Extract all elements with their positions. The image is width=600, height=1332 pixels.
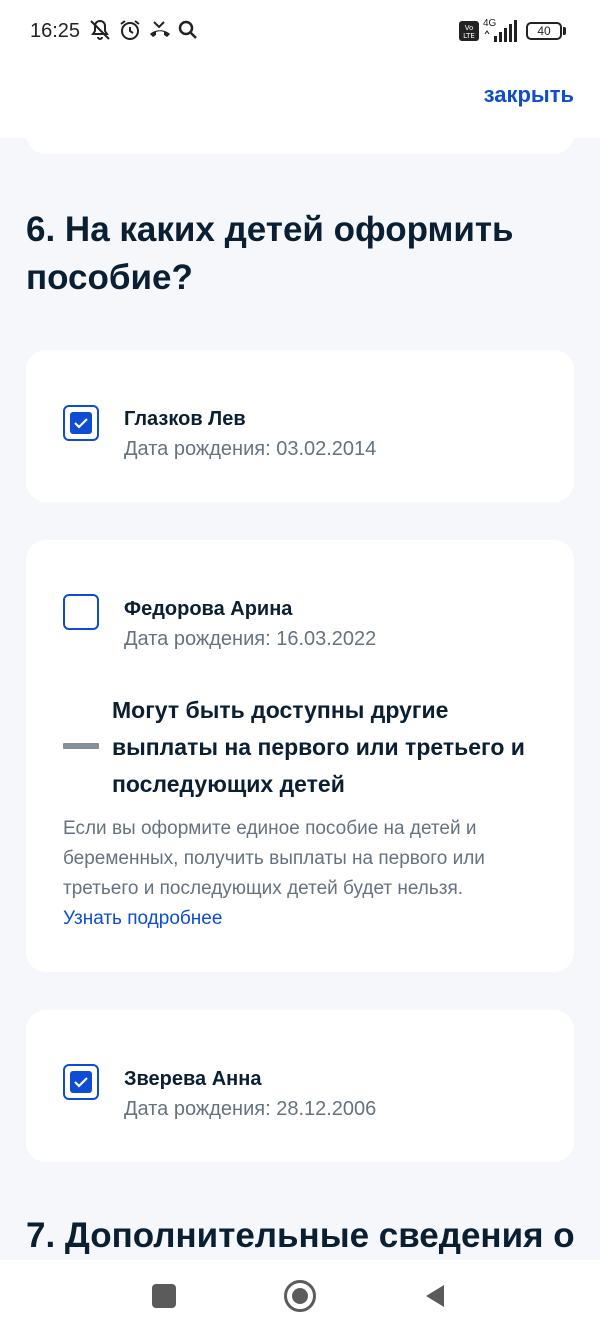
bell-off-icon (88, 18, 112, 42)
section-7-title: 7. Дополнительные сведения о (26, 1216, 575, 1255)
alarm-icon (118, 18, 142, 42)
child-card-glazkov: Глазков Лев Дата рождения: 03.02.2014 (26, 350, 574, 502)
warning-title: Могут быть доступны другие выплаты на пе… (112, 697, 525, 797)
section-6-title: 6. На каких детей оформить пособие? (26, 210, 514, 297)
battery-tip (563, 27, 566, 35)
child-name: Зверева Анна (124, 1068, 262, 1090)
child-dob: Дата рождения: 16.03.2022 (124, 628, 377, 650)
missed-call-icon (148, 18, 172, 42)
child-checkbox-zvereva[interactable] (63, 1064, 99, 1100)
child-card-fedorova: Федорова Арина Дата рождения: 16.03.2022… (26, 540, 574, 972)
battery-icon: 40 (526, 22, 562, 40)
warning-dash-icon (63, 743, 99, 749)
warning-text: Если вы оформите единое пособие на детей… (63, 818, 485, 899)
recents-square-icon[interactable] (152, 1284, 176, 1308)
system-nav-bar (0, 1260, 600, 1332)
child-card-zvereva: Зверева Анна Дата рождения: 28.12.2006 (26, 1010, 574, 1162)
child-name: Глазков Лев (124, 408, 246, 430)
back-triangle-icon[interactable] (424, 1284, 446, 1313)
child-checkbox-glazkov[interactable] (63, 405, 99, 441)
svg-text:LTE: LTE (463, 32, 475, 40)
volte-icon: Vo LTE (458, 20, 480, 47)
child-checkbox-fedorova[interactable] (63, 594, 99, 630)
checkbox-checked-icon (70, 1071, 92, 1093)
learn-more-link[interactable]: Узнать подробнее (63, 908, 222, 930)
checkbox-checked-icon (70, 412, 92, 434)
previous-card-bottom (26, 120, 574, 154)
search-icon (176, 18, 200, 42)
close-button[interactable]: закрыть (484, 82, 574, 108)
svg-text:Vo: Vo (465, 24, 474, 32)
signal-icon (482, 20, 520, 49)
child-dob: Дата рождения: 28.12.2006 (124, 1098, 377, 1120)
child-name: Федорова Арина (124, 598, 293, 620)
home-circle-icon[interactable] (284, 1280, 316, 1312)
status-time: 16:25 (30, 20, 81, 42)
status-bar: 16:25 Vo LTE 4G 40 (0, 0, 600, 64)
child-dob: Дата рождения: 03.02.2014 (124, 438, 377, 460)
